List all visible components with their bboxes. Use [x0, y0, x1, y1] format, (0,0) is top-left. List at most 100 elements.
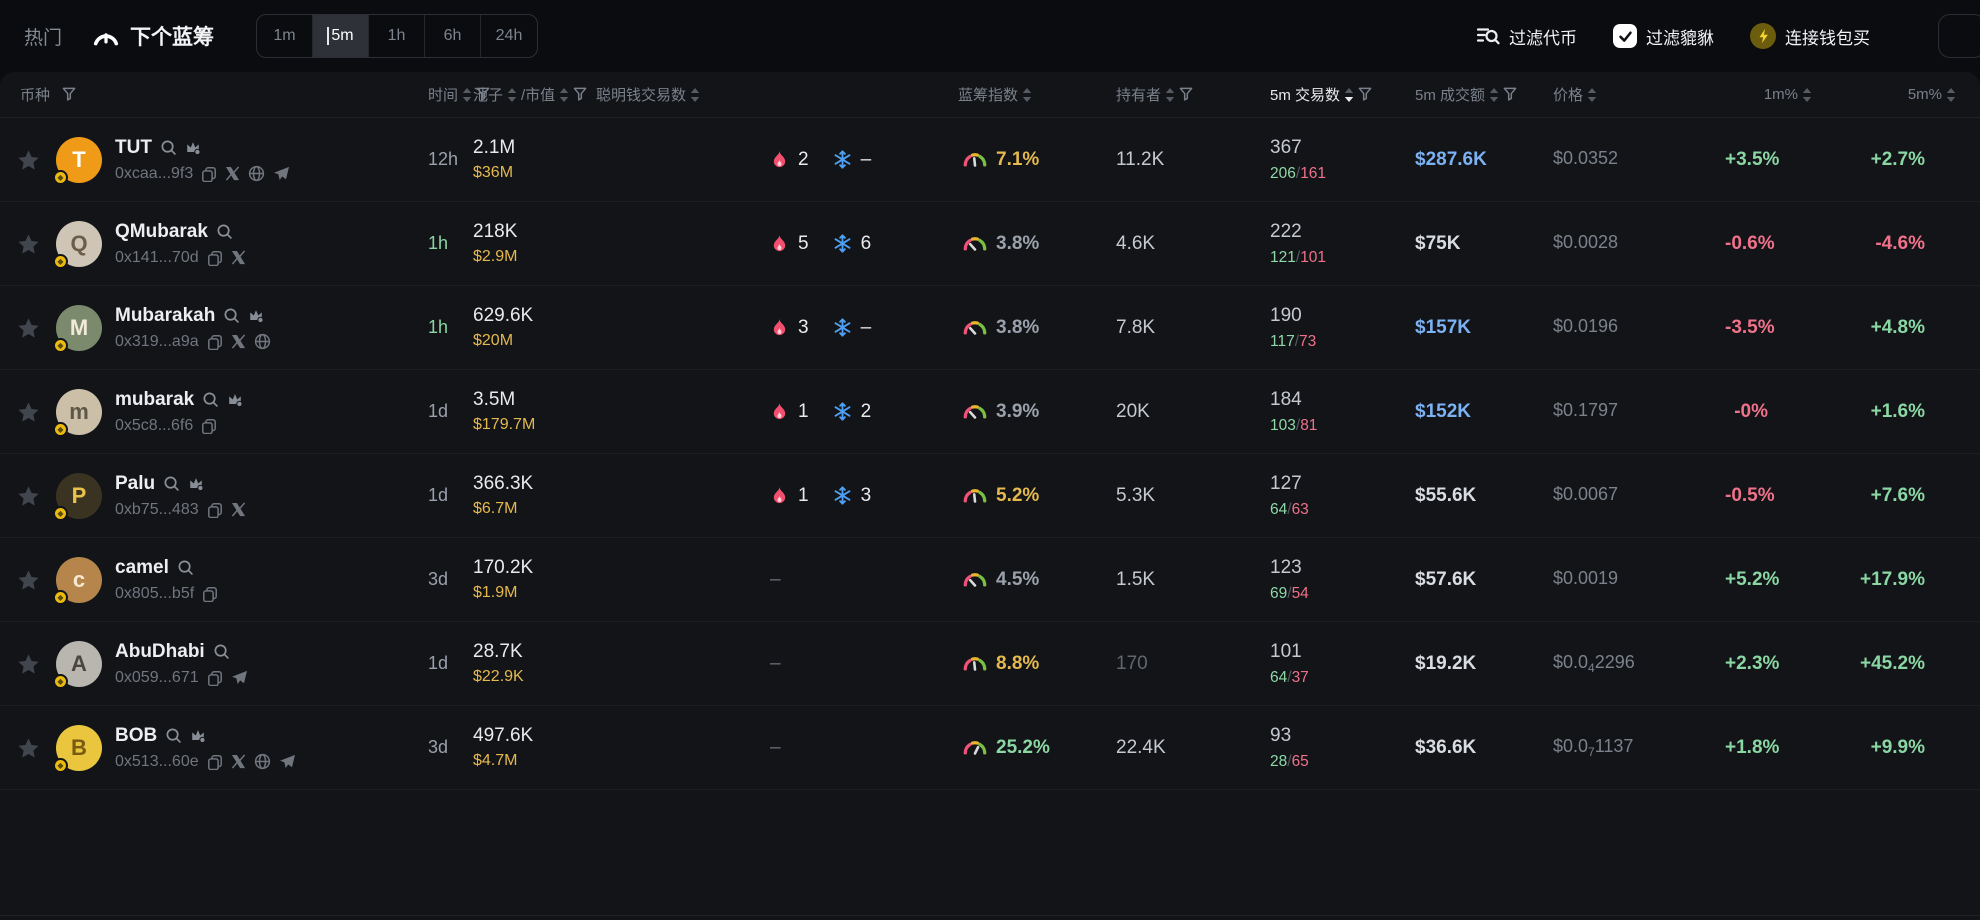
copy-icon[interactable] [207, 754, 223, 770]
chain-badge-icon: ◆ [53, 338, 68, 353]
search-icon[interactable] [177, 559, 194, 576]
sort-icon[interactable] [1587, 87, 1597, 103]
favorite-star-icon[interactable] [17, 233, 40, 255]
token-avatar[interactable]: m ◆ [56, 389, 102, 435]
globe-website-icon[interactable] [254, 753, 271, 770]
copy-icon[interactable] [207, 334, 223, 350]
timeframe-1h[interactable]: 1h [369, 15, 425, 57]
filter-funnel-icon[interactable] [1358, 87, 1372, 102]
favorite-star-icon[interactable] [17, 569, 40, 591]
sort-icon[interactable] [690, 87, 700, 103]
holders-count: 170 [1108, 653, 1260, 675]
token-price: $0.042296 [1545, 652, 1725, 675]
token-avatar[interactable]: c ◆ [56, 557, 102, 603]
favorite-star-icon[interactable] [17, 149, 40, 171]
telegram-icon[interactable] [231, 670, 248, 685]
table-row[interactable]: M ◆ Mubarakah 0x319...a9a [0, 286, 1980, 370]
globe-website-icon[interactable] [254, 333, 271, 350]
filter-honeypot-toggle[interactable]: 过滤貔貅 [1613, 24, 1714, 49]
table-row[interactable]: Q ◆ QMubarak 0x141...70d [0, 202, 1980, 286]
buys-sells: 69/54 [1270, 585, 1405, 603]
search-icon[interactable] [165, 727, 182, 744]
search-icon[interactable] [163, 475, 180, 492]
copy-icon[interactable] [201, 166, 217, 182]
token-avatar[interactable]: M ◆ [56, 305, 102, 351]
volume-5m: $152K [1405, 401, 1545, 423]
connect-wallet-button[interactable]: 连接钱包买 [1750, 23, 1870, 49]
token-avatar[interactable]: T ◆ [56, 137, 102, 183]
bluechip-index: 5.2% [996, 485, 1039, 507]
timeframe-5m[interactable]: 5m [313, 15, 369, 57]
sort-icon[interactable] [1802, 87, 1812, 103]
table-row[interactable]: T ◆ TUT 0xcaa...9f3 [0, 118, 1980, 202]
col-header-token[interactable]: 币种 [0, 84, 420, 105]
table-row[interactable]: P ◆ Palu 0xb75...483 [0, 454, 1980, 538]
timeframe-1m[interactable]: 1m [257, 15, 313, 57]
col-header-smart-money[interactable]: 聪明钱交易数 [590, 84, 950, 105]
sort-icon[interactable] [1022, 87, 1032, 103]
col-header-pool-mcap[interactable]: 池子 /市值 [468, 84, 590, 105]
filter-funnel-icon[interactable] [573, 87, 587, 102]
sort-icon[interactable] [1165, 87, 1175, 103]
favorite-star-icon[interactable] [17, 317, 40, 339]
table-row[interactable]: m ◆ mubarak 0x5c8...6f6 [0, 370, 1980, 454]
copy-icon[interactable] [207, 670, 223, 686]
col-header-1m-change[interactable]: 1m% [1725, 86, 1820, 103]
checkbox-checked-icon[interactable] [1613, 24, 1637, 48]
x-twitter-icon[interactable] [231, 754, 246, 769]
col-header-holders[interactable]: 持有者 [1108, 84, 1260, 105]
tab-hot[interactable]: 热门 [24, 23, 62, 50]
col-header-volume[interactable]: 5m 成交额 [1405, 84, 1545, 105]
search-icon[interactable] [160, 139, 177, 156]
sort-icon[interactable] [507, 87, 517, 103]
flame-icon [770, 486, 789, 505]
token-avatar[interactable]: B ◆ [56, 725, 102, 771]
copy-icon[interactable] [201, 418, 217, 434]
favorite-star-icon[interactable] [17, 401, 40, 423]
pool-liquidity: 497.6K [473, 725, 590, 747]
x-twitter-icon[interactable] [231, 250, 246, 265]
buys-sells: 117/73 [1270, 333, 1405, 351]
token-avatar[interactable]: A ◆ [56, 641, 102, 687]
table-row[interactable]: B ◆ BOB 0x513...60e [0, 706, 1980, 790]
col-header-bluechip[interactable]: 蓝筹指数 [950, 84, 1108, 105]
copy-icon[interactable] [207, 250, 223, 266]
x-twitter-icon[interactable] [231, 502, 246, 517]
search-icon[interactable] [213, 643, 230, 660]
partial-edge-button[interactable] [1938, 14, 1980, 58]
copy-icon[interactable] [207, 502, 223, 518]
copy-icon[interactable] [202, 586, 218, 602]
filter-tokens-button[interactable]: 过滤代币 [1476, 24, 1577, 49]
token-avatar[interactable]: P ◆ [56, 473, 102, 519]
table-row[interactable]: c ◆ camel 0x805...b5f [0, 538, 1980, 622]
sort-icon-active-desc[interactable] [1344, 87, 1354, 103]
search-icon[interactable] [202, 391, 219, 408]
search-icon[interactable] [216, 223, 233, 240]
telegram-icon[interactable] [279, 754, 296, 769]
timeframe-24h[interactable]: 24h [481, 15, 537, 57]
sort-icon[interactable] [559, 87, 569, 103]
favorite-star-icon[interactable] [17, 653, 40, 675]
timeframe-6h[interactable]: 6h [425, 15, 481, 57]
filter-funnel-icon[interactable] [1503, 87, 1517, 102]
txn-count: 222 [1270, 221, 1405, 243]
brand: 下个蓝筹 [92, 21, 214, 51]
col-header-5m-change[interactable]: 5m% [1820, 86, 1980, 103]
x-twitter-icon[interactable] [225, 166, 240, 181]
col-header-price[interactable]: 价格 [1545, 84, 1725, 105]
globe-website-icon[interactable] [248, 165, 265, 182]
search-icon[interactable] [223, 307, 240, 324]
x-twitter-icon[interactable] [231, 334, 246, 349]
token-avatar[interactable]: Q ◆ [56, 221, 102, 267]
filter-funnel-icon[interactable] [1179, 87, 1193, 102]
favorite-star-icon[interactable] [17, 737, 40, 759]
col-header-txns-active[interactable]: 5m 交易数 [1260, 84, 1405, 105]
flame-icon [770, 234, 789, 253]
sort-icon[interactable] [1489, 87, 1499, 103]
table-row[interactable]: A ◆ AbuDhabi 0x059...671 [0, 622, 1980, 706]
sort-icon[interactable] [1946, 87, 1956, 103]
filter-funnel-icon[interactable] [62, 87, 76, 102]
favorite-star-icon[interactable] [17, 485, 40, 507]
telegram-icon[interactable] [273, 166, 290, 181]
col-header-time[interactable]: 时间 [420, 84, 468, 105]
